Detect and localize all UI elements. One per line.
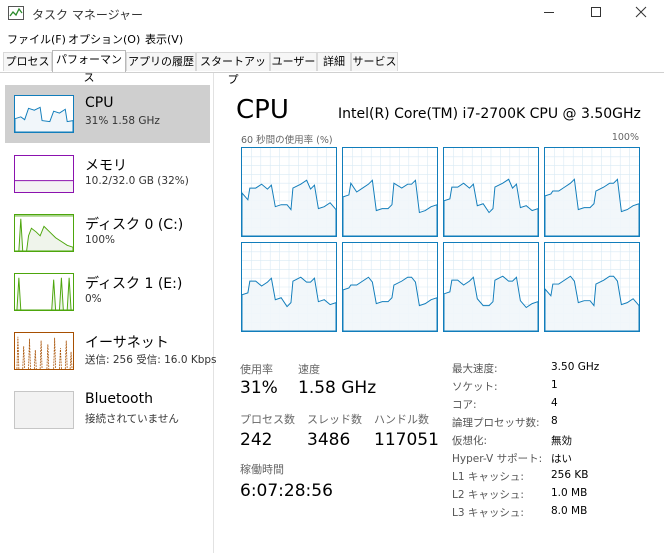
- sidebar-item-label: イーサネット: [85, 335, 169, 351]
- sidebar-item-value: 100%: [85, 234, 116, 246]
- page-title: CPU: [236, 95, 289, 125]
- menu-view[interactable]: 表示(V): [145, 31, 183, 47]
- tab-users[interactable]: ユーザー: [270, 52, 317, 71]
- spec-value: 4: [551, 397, 558, 409]
- graph-max-label: 100%: [611, 132, 639, 143]
- handles-value: 117051: [374, 430, 439, 450]
- sidebar-item-disk-0[interactable]: ディスク 0 (C:) 100%: [5, 204, 210, 262]
- memory-mini-graph: [14, 155, 74, 193]
- threads-value: 3486: [307, 430, 351, 450]
- core-graph-1: [241, 147, 337, 237]
- sidebar-item-cpu[interactable]: CPU 31% 1.58 GHz: [5, 85, 210, 143]
- sidebar-item-label: ディスク 1 (E:): [85, 276, 183, 292]
- sidebar-item-disk-1[interactable]: ディスク 1 (E:) 0%: [5, 263, 210, 321]
- spec-label: L2 キャッシュ:: [452, 489, 524, 501]
- disk0-mini-graph: [14, 214, 74, 252]
- usage-label: 使用率: [240, 363, 273, 376]
- title-bar: タスク マネージャー: [0, 0, 664, 28]
- tab-services[interactable]: サービス: [351, 52, 398, 71]
- core-graph-4: [544, 147, 640, 237]
- menu-bar: ファイル(F) オプション(O) 表示(V): [0, 28, 664, 48]
- spec-label: Hyper-V サポート:: [452, 453, 543, 465]
- minimize-button[interactable]: [526, 0, 572, 28]
- sidebar-item-label: Bluetooth: [85, 391, 153, 407]
- core-graph-7: [443, 242, 539, 332]
- uptime-label: 稼働時間: [240, 463, 284, 476]
- spec-value: はい: [551, 453, 572, 465]
- graph-caption: 60 秒間の使用率 (%): [241, 135, 333, 146]
- threads-label: スレッド数: [307, 413, 362, 426]
- spec-value: 1.0 MB: [551, 487, 588, 499]
- menu-file[interactable]: ファイル(F): [7, 31, 66, 47]
- window-title: タスク マネージャー: [32, 8, 143, 22]
- sidebar-item-label: CPU: [85, 95, 114, 111]
- tab-processes[interactable]: プロセス: [3, 52, 52, 71]
- cpu-core-graphs: [241, 147, 640, 337]
- sidebar-item-value: 10.2/32.0 GB (32%): [85, 175, 189, 187]
- spec-label: コア:: [452, 399, 477, 411]
- spec-value: 256 KB: [551, 469, 589, 481]
- sidebar-item-bluetooth[interactable]: Bluetooth 接続されていません: [5, 381, 210, 439]
- close-icon: [635, 6, 647, 18]
- usage-value: 31%: [240, 378, 278, 398]
- processes-label: プロセス数: [240, 413, 295, 426]
- sidebar-item-value: 31% 1.58 GHz: [85, 115, 160, 127]
- close-button[interactable]: [618, 0, 664, 28]
- core-graph-6: [342, 242, 438, 332]
- handles-label: ハンドル数: [374, 413, 429, 426]
- resource-sidebar: CPU 31% 1.58 GHz メモリ 10.2/32.0 GB (32%) …: [0, 73, 217, 553]
- sidebar-item-memory[interactable]: メモリ 10.2/32.0 GB (32%): [5, 145, 210, 203]
- spec-label: 論理プロセッサ数:: [452, 417, 540, 429]
- spec-value: 3.50 GHz: [551, 361, 600, 373]
- cpu-model-name: Intel(R) Core(TM) i7-2700K CPU @ 3.50GHz: [338, 106, 641, 122]
- spec-label: L3 キャッシュ:: [452, 507, 524, 519]
- tab-app-history[interactable]: アプリの履歴: [126, 52, 196, 71]
- sidebar-item-label: ディスク 0 (C:): [85, 217, 184, 233]
- sidebar-item-value: 接続されていません: [85, 413, 179, 425]
- spec-value: 1: [551, 379, 558, 391]
- processes-value: 242: [240, 430, 273, 450]
- core-graph-3: [443, 147, 539, 237]
- speed-value: 1.58 GHz: [298, 378, 377, 398]
- spec-value: 8: [551, 415, 558, 427]
- tab-details[interactable]: 詳細: [317, 52, 351, 71]
- spec-label: ソケット:: [452, 381, 498, 393]
- bluetooth-mini-graph: [14, 391, 74, 429]
- sidebar-item-label: メモリ: [85, 158, 127, 174]
- spec-label: 最大速度:: [452, 363, 498, 375]
- core-graph-5: [241, 242, 337, 332]
- core-graph-8: [544, 242, 640, 332]
- cpu-mini-graph: [14, 95, 74, 133]
- task-manager-icon: [8, 6, 24, 20]
- maximize-icon: [591, 7, 601, 17]
- sidebar-item-value: 送信: 256 受信: 16.0 Kbps: [85, 354, 217, 366]
- menu-options[interactable]: オプション(O): [68, 31, 140, 47]
- spec-label: 仮想化:: [452, 435, 488, 447]
- tab-performance[interactable]: パフォーマンス: [52, 50, 126, 84]
- disk1-mini-graph: [14, 273, 74, 311]
- core-graph-2: [342, 147, 438, 237]
- uptime-value: 6:07:28:56: [240, 481, 333, 501]
- spec-value: 無効: [551, 435, 572, 447]
- minimize-icon: [544, 12, 554, 13]
- sidebar-item-ethernet[interactable]: イーサネット 送信: 256 受信: 16.0 Kbps: [5, 322, 217, 380]
- spec-label: L1 キャッシュ:: [452, 471, 524, 483]
- cpu-detail-panel: CPU Intel(R) Core(TM) i7-2700K CPU @ 3.5…: [214, 73, 664, 553]
- speed-label: 速度: [298, 363, 320, 376]
- ethernet-mini-graph: [14, 332, 74, 370]
- maximize-button[interactable]: [572, 0, 618, 28]
- tab-bar: プロセス パフォーマンス アプリの履歴 スタートアップ ユーザー 詳細 サービス: [0, 50, 664, 86]
- spec-value: 8.0 MB: [551, 505, 588, 517]
- sidebar-item-value: 0%: [85, 293, 102, 305]
- tab-startup[interactable]: スタートアップ: [196, 52, 270, 86]
